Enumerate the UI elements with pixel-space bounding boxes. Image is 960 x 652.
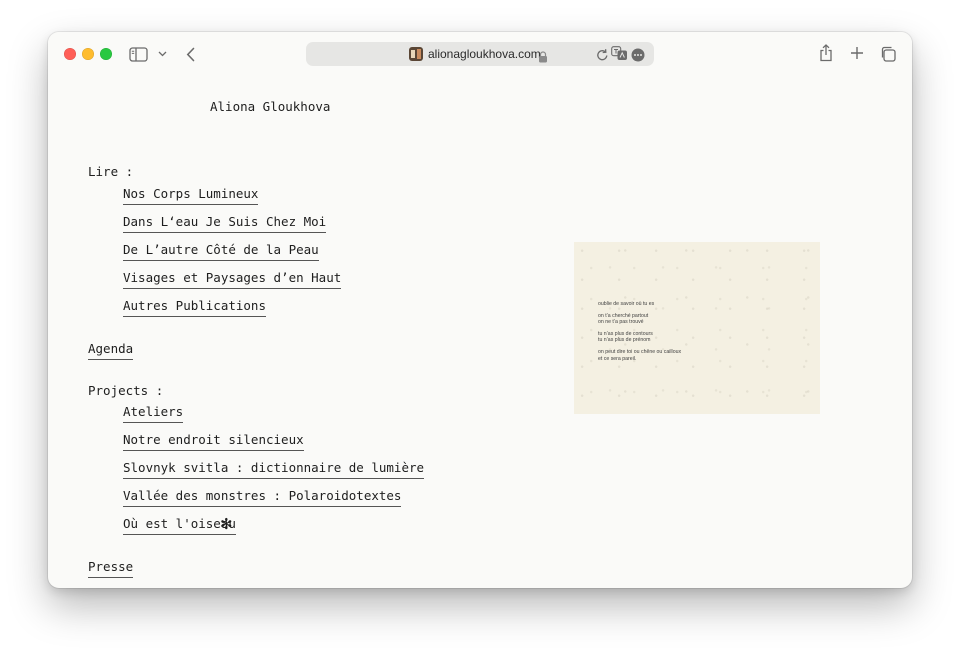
poem-line: oublie de savoir où tu es [598, 301, 655, 307]
link-visages-et-paysages[interactable]: Visages et Paysages d’en Haut [123, 270, 342, 289]
site-title: Aliona Gloukhova [210, 99, 331, 114]
link-notre-endroit-silencieux[interactable]: Notre endroit silencieux [123, 432, 304, 451]
chevron-down-icon[interactable] [156, 47, 168, 61]
link-ou-est-loiseau[interactable]: Où est l'oiseau [123, 516, 236, 535]
link-nos-corps-lumineux[interactable]: Nos Corps Lumineux [123, 186, 259, 205]
link-agenda[interactable]: Agenda [88, 341, 134, 360]
reload-icon[interactable] [596, 47, 609, 61]
minimize-window-button[interactable] [82, 48, 94, 60]
projects-heading: Projects : [88, 383, 164, 398]
page-content: Aliona Gloukhova Lire : Nos Corps Lumine… [48, 76, 912, 588]
link-dans-leau[interactable]: Dans L‘eau Je Suis Chez Moi [123, 214, 327, 233]
link-de-lautre-cote[interactable]: De L’autre Côté de la Peau [123, 242, 319, 261]
plus-icon[interactable] [847, 43, 867, 63]
sidebar-icon[interactable] [128, 45, 148, 63]
browser-window: alionagloukhova.com Aliona Gloukhova Lir… [48, 32, 912, 588]
maximize-window-button[interactable] [100, 48, 112, 60]
more-icon[interactable] [631, 47, 645, 62]
address-bar[interactable]: alionagloukhova.com [306, 42, 654, 66]
asterisk-icon: ✻ [220, 515, 233, 533]
url-text: alionagloukhova.com [428, 47, 541, 61]
poem-line: on t’a cherché partout [598, 312, 649, 319]
poem-image: oublie de savoir où tu es on t’a cherché … [574, 242, 820, 414]
link-vallee-des-monstres[interactable]: Vallée des monstres : Polaroidotextes [123, 488, 402, 507]
link-slovnyk-svitla[interactable]: Slovnyk svitla : dictionnaire de lumière [123, 460, 425, 479]
share-icon[interactable] [816, 42, 836, 64]
site-favicon [409, 47, 423, 61]
chevron-left-icon[interactable] [182, 44, 198, 64]
poem-line: on peut dire toi ou chêne ou cailloux [598, 348, 682, 355]
lire-heading: Lire : [88, 164, 134, 179]
poem-line: on ne t’a pas trouvé [598, 319, 644, 326]
browser-toolbar: alionagloukhova.com [48, 32, 912, 76]
link-presse[interactable]: Presse [88, 559, 134, 578]
link-autres-publications[interactable]: Autres Publications [123, 298, 266, 317]
lock-icon [538, 48, 548, 63]
link-ateliers[interactable]: Ateliers [123, 404, 184, 423]
translate-icon[interactable] [611, 46, 628, 61]
poem-line: et ce sera pareil. [598, 355, 637, 362]
poem-line: tu n’as plus de prénom [598, 337, 651, 344]
tab-overview-icon[interactable] [878, 44, 898, 64]
close-window-button[interactable] [64, 48, 76, 60]
poem-text: oublie de savoir où tu es on t’a cherché … [598, 301, 681, 362]
poem-line: tu n’as plus de contours [598, 330, 653, 337]
